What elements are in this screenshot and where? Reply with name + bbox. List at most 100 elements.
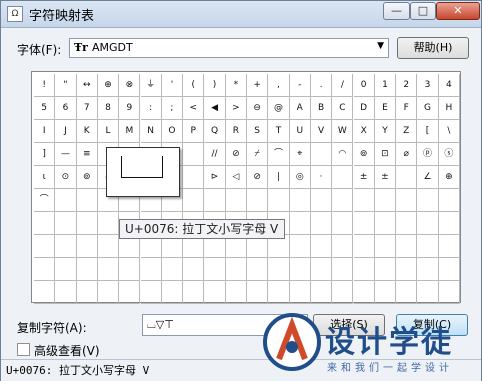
character-cell[interactable]	[204, 258, 226, 281]
character-cell[interactable]	[310, 143, 333, 166]
character-cell[interactable]: <	[183, 97, 205, 120]
character-cell[interactable]	[374, 235, 397, 258]
character-cell[interactable]	[417, 258, 439, 281]
character-cell[interactable]	[438, 212, 460, 235]
character-cell[interactable]	[76, 258, 98, 281]
character-cell[interactable]: 2	[396, 74, 418, 97]
character-cell[interactable]: M	[119, 120, 141, 143]
character-cell[interactable]	[332, 166, 354, 189]
character-cell[interactable]	[289, 212, 311, 235]
character-cell[interactable]: ⊕	[97, 74, 120, 97]
character-cell[interactable]: K	[76, 120, 98, 143]
character-cell[interactable]: ⌀	[396, 143, 418, 166]
character-cell[interactable]	[396, 281, 418, 304]
character-cell[interactable]: ;	[161, 97, 184, 120]
character-cell[interactable]	[55, 189, 77, 212]
character-cell[interactable]: |	[268, 166, 290, 189]
character-cell[interactable]	[289, 235, 311, 258]
character-cell[interactable]	[438, 235, 460, 258]
character-cell[interactable]: U	[289, 120, 311, 143]
character-cell[interactable]	[374, 281, 397, 304]
character-cell[interactable]	[353, 235, 375, 258]
character-cell[interactable]: 0	[353, 74, 375, 97]
character-cell[interactable]	[289, 258, 311, 281]
character-cell[interactable]: Q	[204, 120, 226, 143]
maximize-button[interactable]: □	[410, 2, 436, 20]
character-cell[interactable]	[140, 258, 162, 281]
character-cell[interactable]	[204, 281, 226, 304]
character-cell[interactable]: 8	[97, 97, 120, 120]
character-cell[interactable]: F	[396, 97, 418, 120]
character-cell[interactable]	[438, 258, 460, 281]
character-cell[interactable]	[310, 235, 333, 258]
character-cell[interactable]	[268, 258, 290, 281]
character-cell[interactable]: ]	[34, 143, 56, 166]
font-select[interactable]: Ŧr AMGDT ▼	[69, 38, 389, 58]
character-cell[interactable]	[161, 281, 184, 304]
character-cell[interactable]: O	[161, 120, 184, 143]
character-cell[interactable]	[289, 189, 311, 212]
character-cell[interactable]	[76, 281, 98, 304]
character-cell[interactable]: ⊡	[374, 143, 397, 166]
character-cell[interactable]	[332, 235, 354, 258]
character-cell[interactable]: )	[204, 74, 226, 97]
character-cell[interactable]	[374, 258, 397, 281]
character-cell[interactable]	[183, 189, 205, 212]
character-cell[interactable]	[438, 189, 460, 212]
character-cell[interactable]: 5	[34, 97, 56, 120]
character-cell[interactable]: 3	[417, 74, 439, 97]
character-cell[interactable]: '	[161, 74, 184, 97]
character-cell[interactable]	[268, 281, 290, 304]
character-cell[interactable]: G	[417, 97, 439, 120]
character-cell[interactable]: @	[268, 97, 290, 120]
character-cell[interactable]: ·	[310, 166, 333, 189]
character-cell[interactable]: Y	[374, 120, 397, 143]
character-cell[interactable]: T	[268, 120, 290, 143]
character-cell[interactable]: 9	[119, 97, 141, 120]
character-cell[interactable]: /	[332, 74, 354, 97]
character-cell[interactable]	[353, 212, 375, 235]
character-cell[interactable]: :	[140, 97, 162, 120]
character-cell[interactable]: "	[55, 74, 77, 97]
character-cell[interactable]: 7	[76, 97, 98, 120]
character-cell[interactable]	[34, 212, 56, 235]
character-cell[interactable]	[417, 281, 439, 304]
character-cell[interactable]: .	[310, 74, 333, 97]
character-cell[interactable]: ⊘	[225, 143, 247, 166]
character-cell[interactable]	[183, 258, 205, 281]
character-cell[interactable]	[161, 258, 184, 281]
character-cell[interactable]: ⊕	[438, 166, 460, 189]
close-button[interactable]: ✕	[436, 2, 480, 20]
character-cell[interactable]: W	[332, 120, 354, 143]
character-cell[interactable]	[247, 189, 269, 212]
character-cell[interactable]: ⊘	[247, 166, 269, 189]
character-cell[interactable]	[183, 281, 205, 304]
character-cell[interactable]	[396, 166, 418, 189]
character-cell[interactable]: ±	[374, 166, 397, 189]
character-cell[interactable]: ◎	[289, 166, 311, 189]
character-cell[interactable]: ⊚	[353, 143, 375, 166]
character-cell[interactable]: V	[310, 120, 333, 143]
character-cell[interactable]	[353, 281, 375, 304]
character-cell[interactable]	[97, 258, 120, 281]
character-cell[interactable]: ⓢ	[438, 143, 460, 166]
character-cell[interactable]	[396, 258, 418, 281]
character-cell[interactable]	[396, 235, 418, 258]
character-cell[interactable]	[417, 212, 439, 235]
character-cell[interactable]: ,	[268, 74, 290, 97]
character-cell[interactable]: ⌒	[34, 189, 56, 212]
character-cell[interactable]	[417, 235, 439, 258]
character-cell[interactable]: ⊚	[76, 166, 98, 189]
character-cell[interactable]: ⓟ	[417, 143, 439, 166]
character-cell[interactable]	[396, 212, 418, 235]
character-cell[interactable]	[140, 281, 162, 304]
character-cell[interactable]: ⌒	[268, 143, 290, 166]
character-cell[interactable]	[34, 281, 56, 304]
character-cell[interactable]: B	[310, 97, 333, 120]
character-cell[interactable]: S	[247, 120, 269, 143]
character-cell[interactable]	[353, 258, 375, 281]
character-cell[interactable]	[310, 281, 333, 304]
character-cell[interactable]	[310, 189, 333, 212]
character-cell[interactable]	[247, 281, 269, 304]
character-cell[interactable]: 1	[374, 74, 397, 97]
